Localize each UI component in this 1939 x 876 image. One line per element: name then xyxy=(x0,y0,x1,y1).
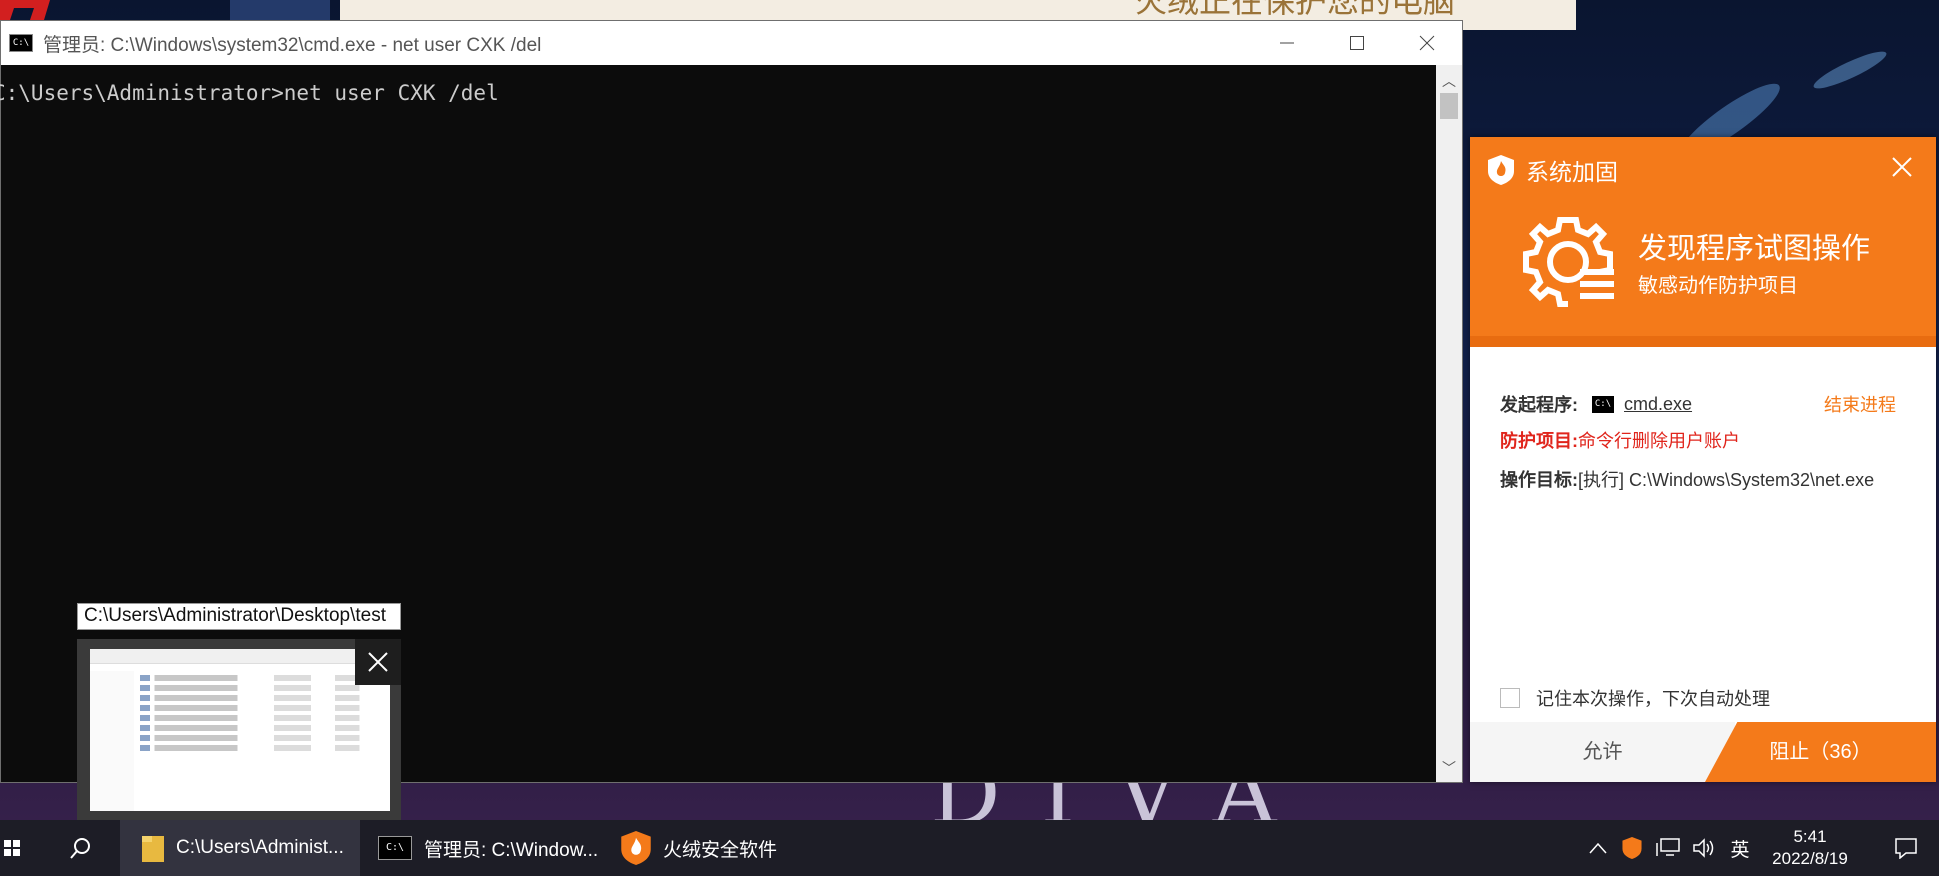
target-row: 操作目标: [执行] C:\Windows\System32\net.exe xyxy=(1500,466,1874,492)
scroll-down-arrow-icon[interactable]: ﹀ xyxy=(1436,758,1462,778)
security-alert-dialog: 系统加固 发现程序试图操作 敏感动作防护项目 发起程序: C:\ cmd.exe… xyxy=(1470,137,1936,782)
remember-option[interactable]: 记住本次操作，下次自动处理 xyxy=(1500,685,1770,711)
close-button[interactable] xyxy=(1392,21,1462,65)
tray-huorong[interactable] xyxy=(1618,820,1646,876)
search-icon xyxy=(70,838,90,859)
target-label: 操作目标: xyxy=(1500,470,1578,490)
taskbar-app-huorong[interactable]: 火绒安全软件 xyxy=(615,820,805,876)
initiator-row: 发起程序: C:\ cmd.exe xyxy=(1500,391,1692,417)
target-value: [执行] C:\Windows\System32\net.exe xyxy=(1578,470,1875,490)
header-stripe xyxy=(1470,336,1936,347)
close-icon xyxy=(1419,35,1435,51)
huorong-shield-icon xyxy=(1622,837,1642,859)
protect-value: 命令行删除用户账户 xyxy=(1578,431,1740,451)
alert-header: 系统加固 发现程序试图操作 敏感动作防护项目 xyxy=(1470,137,1936,347)
huorong-logo-icon xyxy=(1488,155,1514,185)
taskbar-thumbnail[interactable] xyxy=(77,639,401,821)
minimize-icon xyxy=(1280,42,1294,44)
taskbar-app-label: C:\Users\Administ... xyxy=(176,837,344,858)
protect-row: 防护项目: 命令行删除用户账户 xyxy=(1500,427,1740,453)
start-button[interactable] xyxy=(0,820,24,876)
thumbnail-preview[interactable] xyxy=(90,649,390,811)
background-banner-text: 火绒正在保护您的电脑 xyxy=(1135,0,1456,20)
folder-icon xyxy=(142,836,164,862)
cmd-scrollbar[interactable]: ︿ ﹀ xyxy=(1436,65,1462,782)
windows-logo-icon xyxy=(4,840,20,856)
notification-button[interactable] xyxy=(1886,820,1926,876)
close-icon xyxy=(368,652,388,672)
remember-checkbox[interactable] xyxy=(1500,688,1520,708)
notification-icon xyxy=(1895,838,1917,859)
alert-headline: 发现程序试图操作 xyxy=(1638,233,1871,265)
tray-network[interactable] xyxy=(1652,820,1684,876)
initiator-label: 发起程序: xyxy=(1500,395,1578,415)
maximize-icon xyxy=(1350,36,1364,50)
thumbnail-close-button[interactable] xyxy=(355,639,401,685)
alert-subline: 敏感动作防护项目 xyxy=(1638,275,1798,297)
tray-clock[interactable]: 5:41 2022/8/19 xyxy=(1755,826,1865,870)
network-icon xyxy=(1656,838,1680,856)
tray-ime[interactable]: 英 xyxy=(1726,820,1754,876)
scroll-up-arrow-icon[interactable]: ︿ xyxy=(1436,71,1462,91)
cmd-window-title: 管理员: C:\Windows\system32\cmd.exe - net u… xyxy=(43,34,542,56)
huorong-shield-icon xyxy=(621,831,651,865)
cmd-command-line: C:\Users\Administrator>net user CXK /del xyxy=(0,81,499,105)
taskbar-app-cmd[interactable]: C:\ 管理员: C:\Window... xyxy=(360,820,615,876)
gear-warning-icon xyxy=(1523,217,1614,307)
clock-time: 5:41 xyxy=(1793,827,1827,846)
taskbar: C:\Users\Administ... C:\ 管理员: C:\Window.… xyxy=(0,820,1939,876)
background-desktop-icon xyxy=(230,0,330,20)
chevron-up-icon xyxy=(1589,842,1607,854)
volume-icon xyxy=(1693,838,1714,858)
close-icon xyxy=(1892,157,1912,177)
alert-close-button[interactable] xyxy=(1892,151,1912,185)
allow-button[interactable]: 允许 xyxy=(1470,722,1735,782)
cmd-icon: C:\ xyxy=(378,836,412,860)
background-logo-fragment xyxy=(0,0,60,20)
scroll-thumb[interactable] xyxy=(1440,93,1458,119)
tray-overflow-button[interactable] xyxy=(1584,820,1612,876)
remember-label: 记住本次操作，下次自动处理 xyxy=(1536,689,1770,709)
kill-process-link[interactable]: 结束进程 xyxy=(1824,391,1896,417)
cmd-titlebar[interactable]: C:\ 管理员: C:\Windows\system32\cmd.exe - n… xyxy=(1,21,1462,65)
cmd-window-icon: C:\ xyxy=(9,34,33,52)
taskbar-app-explorer[interactable]: C:\Users\Administ... xyxy=(120,820,360,876)
minimize-button[interactable] xyxy=(1252,21,1322,65)
taskbar-app-label: 管理员: C:\Window... xyxy=(424,839,599,861)
taskbar-thumbnail-tooltip: C:\Users\Administrator\Desktop\test xyxy=(77,603,401,630)
search-button[interactable] xyxy=(60,820,100,876)
clock-date: 2022/8/19 xyxy=(1772,849,1848,868)
maximize-button[interactable] xyxy=(1322,21,1392,65)
tray-volume[interactable] xyxy=(1688,820,1720,876)
taskbar-app-label: 火绒安全软件 xyxy=(663,839,778,861)
protect-label: 防护项目: xyxy=(1500,431,1578,451)
block-button[interactable]: 阻止（36） xyxy=(1705,722,1936,782)
initiator-link[interactable]: cmd.exe xyxy=(1624,394,1692,415)
alert-app-name: 系统加固 xyxy=(1526,159,1618,185)
cmd-icon: C:\ xyxy=(1592,395,1614,413)
